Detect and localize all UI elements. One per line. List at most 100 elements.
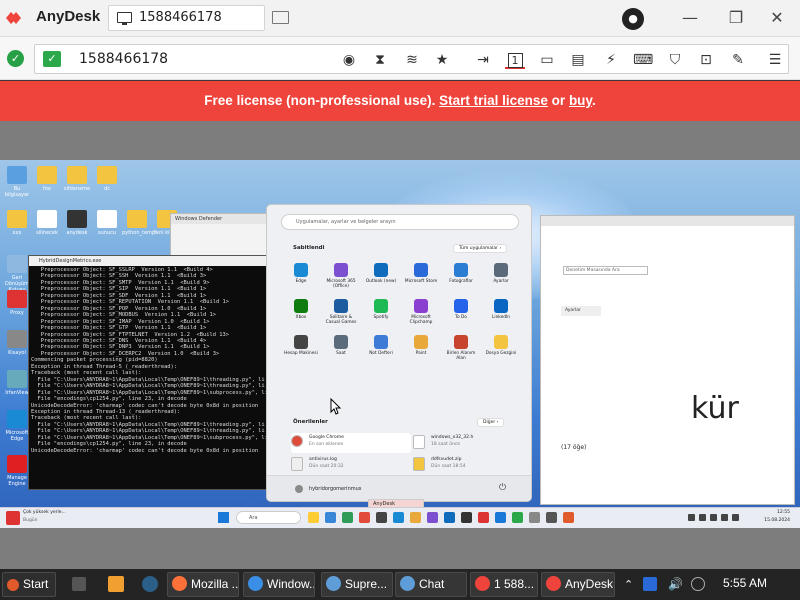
remote-taskbar-app-icon[interactable] xyxy=(478,512,489,523)
desktop-icon[interactable]: silinecek xyxy=(32,210,62,236)
database-icon[interactable]: ≋ xyxy=(402,51,422,69)
minimize-icon[interactable]: — xyxy=(680,8,700,27)
media-player-icon[interactable] xyxy=(108,576,124,592)
pinned-app[interactable]: LinkedIn xyxy=(483,299,519,320)
chat-icon[interactable]: ▤ xyxy=(568,51,588,69)
remote-taskbar-app-icon[interactable] xyxy=(529,512,540,523)
hourglass-icon[interactable]: ⧗ xyxy=(370,51,390,69)
tray-expand-icon[interactable]: ⌃ xyxy=(624,578,633,591)
pinned-app[interactable]: Spotify xyxy=(363,299,399,320)
session-tab[interactable]: 1588466178 xyxy=(108,5,265,31)
desktop-icon[interactable]: python_temp xyxy=(122,210,155,236)
pinned-app[interactable]: Outlook (new) xyxy=(363,263,399,284)
control-panel-window[interactable]: Denetim Masasında Ara kür (17 öğe) Ayarl… xyxy=(540,215,795,505)
start-search-box[interactable]: Uygulamalar, ayarlar ve belgeler arayın xyxy=(281,214,519,230)
remote-taskbar-app-icon[interactable] xyxy=(512,512,523,523)
recommended-item[interactable]: ddfsvudet.zip Dün saat 18:54 xyxy=(413,455,533,475)
pinned-app[interactable]: Microsoft Store xyxy=(403,263,439,284)
address-value[interactable]: 1588466178 xyxy=(79,51,168,67)
remote-taskbar-app-icon[interactable] xyxy=(546,512,557,523)
pinned-app[interactable]: To Do xyxy=(443,299,479,320)
desktop-icon[interactable]: sifdeneme xyxy=(62,166,92,192)
new-tab-icon[interactable] xyxy=(272,11,289,24)
menu-icon[interactable]: ☰ xyxy=(765,51,785,69)
pinned-app[interactable]: Saat xyxy=(323,335,359,356)
remote-taskbar-app-icon[interactable] xyxy=(359,512,370,523)
pinned-app[interactable]: Not Defteri xyxy=(363,335,399,356)
pinned-app[interactable]: Dosya Gezgini xyxy=(483,335,519,356)
recommended-item[interactable]: antivirus.log Dün saat 20:32 xyxy=(291,455,411,475)
pinned-app[interactable]: Microsoft 365 (Office) xyxy=(323,263,359,289)
pinned-app[interactable]: Fotoğraflar xyxy=(443,263,479,284)
pinned-app[interactable]: Solitaire & Casual Games xyxy=(323,299,359,325)
lightning-icon[interactable]: ⚡ xyxy=(601,51,621,69)
user-name[interactable]: hybridorgomerinmus xyxy=(309,486,361,492)
taskbar-search[interactable]: Ara xyxy=(236,511,301,524)
control-panel-search[interactable]: Denetim Masasında Ara xyxy=(563,266,648,275)
desktop-icon[interactable]: foo xyxy=(32,166,62,192)
host-task-button[interactable]: Chat xyxy=(395,572,467,597)
start-button[interactable]: Start xyxy=(2,572,56,597)
news-title[interactable]: Çok yüksek yerle... xyxy=(23,510,66,515)
pinned-app[interactable]: Microsoft Clipchamp xyxy=(403,299,439,325)
desktop-icon[interactable]: anydesk xyxy=(62,210,92,236)
remote-taskbar-app-icon[interactable] xyxy=(342,512,353,523)
host-task-button[interactable]: Supre... xyxy=(321,572,393,597)
host-task-button[interactable]: Mozilla ... xyxy=(167,572,239,597)
desktop-icon[interactable]: Bu bilgisayar xyxy=(2,166,32,198)
start-trial-link[interactable]: Start trial license xyxy=(439,93,548,108)
buy-link[interactable]: buy xyxy=(569,93,592,108)
remote-view[interactable]: Bu bilgisayar foo sifdeneme dc xxx silinecek a… xyxy=(0,121,800,569)
remote-tray-icon[interactable] xyxy=(710,514,717,521)
privacy-icon[interactable]: ◉ xyxy=(339,51,359,69)
remote-taskbar-app-icon[interactable] xyxy=(563,512,574,523)
all-apps-button[interactable]: Tüm uygulamalar › xyxy=(453,244,508,253)
edge-icon[interactable] xyxy=(142,576,158,592)
pinned-app[interactable]: Birlen Alanım Alan xyxy=(443,335,479,361)
remote-screen[interactable]: Bu bilgisayar foo sifdeneme dc xxx silinecek a… xyxy=(0,160,800,528)
desktop-icon[interactable]: xxx xyxy=(2,210,32,236)
pinned-app[interactable]: Xbox xyxy=(283,299,319,320)
settings-tab[interactable]: Ayarlar xyxy=(561,306,601,316)
remote-taskbar-app-icon[interactable] xyxy=(325,512,336,523)
remote-taskbar-app-icon[interactable] xyxy=(427,512,438,523)
tray-app-icon[interactable] xyxy=(643,577,657,591)
restore-icon[interactable]: ❐ xyxy=(726,8,746,27)
pinned-app[interactable]: Edge xyxy=(283,263,319,284)
remote-tray-icon[interactable] xyxy=(721,514,728,521)
host-task-button[interactable]: Window... xyxy=(243,572,315,597)
remote-tray-icon[interactable] xyxy=(688,514,695,521)
remote-taskbar-app-icon[interactable] xyxy=(410,512,421,523)
pinned-app[interactable]: Paint xyxy=(403,335,439,356)
windows-start-icon[interactable] xyxy=(218,512,229,523)
remote-taskbar-app-icon[interactable] xyxy=(376,512,387,523)
keyboard-icon[interactable]: ⌨ xyxy=(633,51,653,69)
star-icon[interactable]: ★ xyxy=(432,51,452,69)
host-task-button[interactable]: 1 588... xyxy=(470,572,538,597)
shield-icon[interactable]: ⛉ xyxy=(665,51,685,69)
remote-taskbar-app-icon[interactable] xyxy=(393,512,404,523)
desktop-icon[interactable]: sunucu xyxy=(92,210,122,236)
remote-taskbar-app-icon[interactable] xyxy=(444,512,455,523)
pen-icon[interactable]: ✎ xyxy=(728,51,748,69)
pinned-app[interactable]: Hesap Makinesi xyxy=(283,335,319,356)
remote-tray-icon[interactable] xyxy=(732,514,739,521)
close-icon[interactable]: ✕ xyxy=(767,8,787,27)
more-button[interactable]: Diğer › xyxy=(477,418,505,427)
address-field[interactable]: ✓ 1588466178 ◉ ⧗ ≋ ★ ⇥ 1 ▭ ▤ ⚡ ⌨ ⛉ ⊡ ✎ ☰ xyxy=(34,44,789,74)
remote-tray-icon[interactable] xyxy=(699,514,706,521)
record-icon[interactable]: ⊡ xyxy=(696,51,716,69)
terminal-window[interactable]: HybridDesignMetrics.exe Preprocessor Obj… xyxy=(28,255,278,490)
recommended-item[interactable]: windows_x32_32.h 18 saat önce xyxy=(413,433,533,453)
host-clock[interactable]: 5:55 AM xyxy=(723,576,767,590)
power-icon[interactable]: ⏻ xyxy=(499,483,506,493)
host-task-button[interactable]: AnyDesk xyxy=(541,572,615,597)
display-icon[interactable]: ▭ xyxy=(537,51,557,69)
network-icon[interactable] xyxy=(691,577,705,591)
monitor-1-icon[interactable]: 1 xyxy=(505,51,525,69)
volume-icon[interactable]: 🔊 xyxy=(668,577,683,591)
start-menu[interactable]: Uygulamalar, ayarlar ve belgeler arayın … xyxy=(266,204,532,502)
recommended-item[interactable]: Google Chrome En son eklenen xyxy=(291,433,411,453)
pinned-app[interactable]: Ayarlar xyxy=(483,263,519,284)
remote-taskbar-app-icon[interactable] xyxy=(308,512,319,523)
